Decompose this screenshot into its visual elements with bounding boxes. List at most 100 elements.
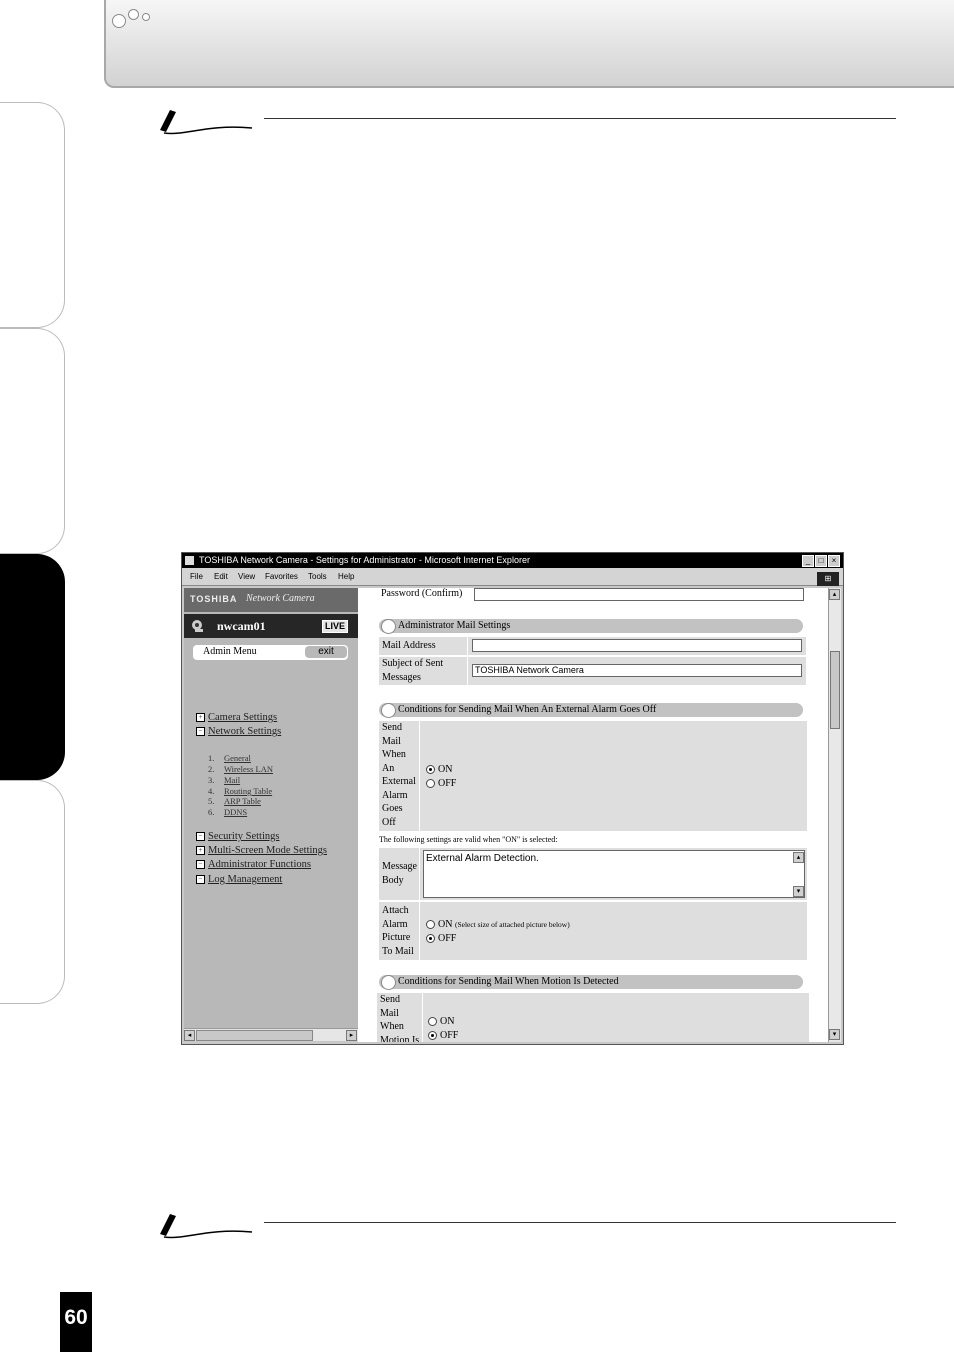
scroll-up-icon[interactable]: ▴ (829, 589, 840, 600)
scroll-left-icon[interactable]: ◂ (184, 1030, 195, 1041)
textarea-scroll-up-icon[interactable]: ▴ (793, 852, 804, 863)
motion-on-radio[interactable]: ON (428, 1016, 454, 1027)
nav-network-settings[interactable]: − Network Settings (196, 726, 281, 737)
window-title: TOSHIBA Network Camera - Settings for Ad… (199, 555, 530, 565)
menu-file[interactable]: File (190, 572, 203, 581)
password-confirm-label: Password (Confirm) (381, 588, 463, 599)
section-title: Conditions for Sending Mail When An Exte… (398, 704, 657, 715)
collapse-toggle-icon[interactable]: − (196, 875, 205, 885)
valid-when-on-note: The following settings are valid when "O… (379, 835, 558, 844)
bubble-decoration (142, 13, 150, 21)
menu-view[interactable]: View (238, 572, 255, 581)
radio-unselected-icon[interactable] (426, 920, 435, 930)
message-body-label: Message Body (379, 848, 419, 900)
subject-input[interactable]: TOSHIBA Network Camera (472, 664, 802, 677)
page-number: 60 (60, 1292, 92, 1352)
message-body-textarea[interactable]: External Alarm Detection. (423, 850, 805, 898)
nav-sub-mail[interactable]: 3. Mail (208, 775, 240, 785)
attach-off-radio[interactable]: OFF (426, 933, 456, 944)
bubble-decoration (112, 14, 126, 28)
note-rule (264, 1222, 896, 1223)
camera-icon (192, 620, 203, 632)
pen-note-icon (160, 1214, 253, 1239)
section-title: Administrator Mail Settings (398, 620, 511, 631)
nav-sub-wireless-lan[interactable]: 2. Wireless LAN (208, 764, 273, 774)
bubble-decoration (128, 9, 139, 20)
scrollbar-thumb[interactable] (830, 651, 840, 729)
content-vertical-scrollbar[interactable]: ▴ ▾ (828, 588, 841, 1042)
scrollbar-thumb[interactable] (196, 1030, 313, 1041)
radio-selected-icon[interactable] (426, 934, 435, 944)
collapse-toggle-icon[interactable]: − (196, 860, 205, 870)
nav-security-settings[interactable]: − Security Settings (196, 831, 279, 842)
nav-sub-general[interactable]: 1. General (208, 753, 251, 763)
section-admin-mail: Administrator Mail Settings (379, 619, 803, 634)
collapse-toggle-icon[interactable]: − (196, 832, 205, 842)
brand-bar: TOSHIBA Network Camera (184, 588, 358, 612)
minimize-button[interactable]: _ (802, 555, 814, 567)
nav-sub-ddns[interactable]: 6. DDNS (208, 807, 247, 817)
menu-tools[interactable]: Tools (308, 572, 327, 581)
ie-window-icon (185, 556, 194, 565)
nav-log-management[interactable]: − Log Management (196, 874, 282, 885)
alarm-off-radio[interactable]: OFF (426, 778, 456, 789)
attach-picture-cell (420, 902, 807, 960)
menu-edit[interactable]: Edit (214, 572, 228, 581)
radio-selected-icon[interactable] (428, 1031, 437, 1041)
chapter-tab (0, 102, 65, 328)
settings-content: Password (Confirm) Administrator Mail Se… (358, 588, 830, 1042)
menu-bar: File Edit View Favorites Tools Help ⊞ (182, 568, 843, 586)
section-motion-detected: Conditions for Sending Mail When Motion … (379, 975, 803, 990)
scroll-down-icon[interactable]: ▾ (829, 1029, 840, 1040)
brand-logo: TOSHIBA (190, 594, 238, 604)
admin-menu-bar: Admin Menu exit (193, 645, 348, 660)
nav-administrator-functions[interactable]: − Administrator Functions (196, 859, 311, 870)
alarm-on-radio[interactable]: ON (426, 764, 452, 775)
page-header-banner (104, 0, 954, 88)
pen-note-icon (160, 110, 253, 135)
sidebar-horizontal-scrollbar[interactable]: ◂ ▸ (184, 1028, 358, 1041)
section-bullet-icon (381, 703, 396, 718)
note-rule (264, 118, 896, 119)
admin-menu-label: Admin Menu (203, 646, 257, 657)
nav-camera-settings[interactable]: + Camera Settings (196, 712, 277, 723)
attach-on-radio[interactable]: ON (Select size of attached picture belo… (426, 919, 570, 930)
window-titlebar: TOSHIBA Network Camera - Settings for Ad… (182, 553, 843, 568)
send-mail-alarm-cell (420, 721, 807, 831)
radio-selected-icon[interactable] (426, 765, 435, 775)
collapse-toggle-icon[interactable]: − (196, 727, 205, 737)
chapter-tab (0, 780, 65, 1004)
scroll-right-icon[interactable]: ▸ (346, 1030, 357, 1041)
nav-sub-arp-table[interactable]: 5. ARP Table (208, 796, 261, 806)
camera-row: nwcam01 LIVE (184, 614, 358, 638)
nav-multi-screen-settings[interactable]: + Multi-Screen Mode Settings (196, 845, 327, 856)
product-name: Network Camera (246, 593, 315, 604)
admin-sidebar: TOSHIBA Network Camera nwcam01 LIVE Admi… (184, 588, 358, 1034)
motion-off-radio[interactable]: OFF (428, 1030, 458, 1041)
subject-label: Subject of Sent Messages (379, 657, 467, 685)
menu-favorites[interactable]: Favorites (265, 572, 298, 581)
expand-toggle-icon[interactable]: + (196, 713, 205, 723)
camera-name: nwcam01 (217, 619, 266, 633)
section-external-alarm: Conditions for Sending Mail When An Exte… (379, 703, 803, 718)
nav-sub-routing-table[interactable]: 4. Routing Table (208, 786, 272, 796)
live-button[interactable]: LIVE (322, 620, 349, 633)
attach-picture-label: Attach Alarm Picture To Mail (379, 902, 419, 960)
maximize-button[interactable]: □ (815, 555, 827, 567)
password-confirm-input[interactable] (474, 588, 804, 601)
send-mail-motion-cell (423, 993, 809, 1042)
section-bullet-icon (381, 975, 396, 990)
close-button[interactable]: × (828, 555, 840, 567)
expand-toggle-icon[interactable]: + (196, 846, 205, 856)
radio-unselected-icon[interactable] (426, 779, 435, 789)
textarea-scroll-down-icon[interactable]: ▾ (793, 886, 804, 897)
browser-window: TOSHIBA Network Camera - Settings for Ad… (181, 552, 844, 1045)
mail-address-input[interactable] (472, 639, 802, 652)
section-title: Conditions for Sending Mail When Motion … (398, 976, 619, 987)
chapter-tab-current (0, 554, 65, 780)
radio-unselected-icon[interactable] (428, 1017, 437, 1027)
exit-button[interactable]: exit (305, 646, 347, 658)
send-mail-alarm-label: Send Mail When An External Alarm Goes Off (379, 721, 419, 831)
menu-help[interactable]: Help (338, 572, 354, 581)
chapter-tab (0, 328, 65, 554)
